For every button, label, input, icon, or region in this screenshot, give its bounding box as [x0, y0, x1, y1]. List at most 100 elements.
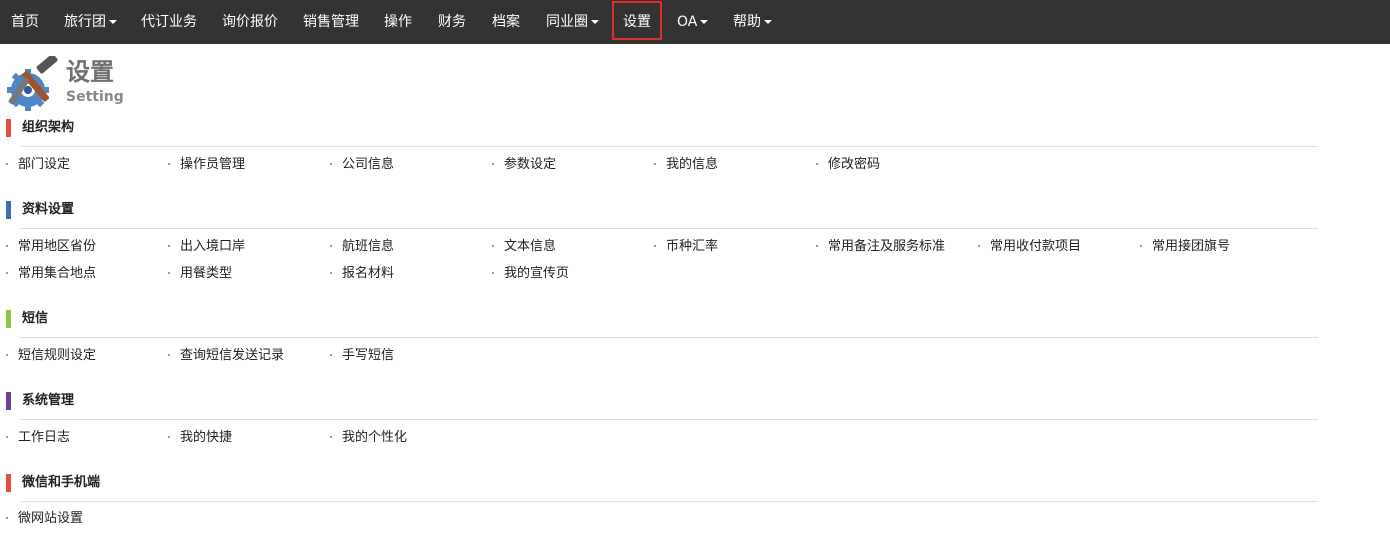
section-header: 微信和手机端 [6, 473, 1318, 493]
link-sms-rules[interactable]: 短信规则设定 [6, 347, 96, 365]
link-label: 文本信息 [504, 239, 557, 254]
bullet-icon [330, 162, 332, 165]
page-title: 设置 [66, 58, 114, 86]
bullet-icon [6, 435, 8, 438]
bullet-icon [1140, 244, 1142, 247]
link-flight-info[interactable]: 航班信息 [330, 238, 394, 256]
bullet-icon [168, 353, 170, 356]
nav-help[interactable]: 帮助 [733, 0, 772, 44]
nav-tour-group[interactable]: 旅行团 [64, 0, 117, 44]
page-subtitle: Setting [66, 89, 124, 105]
section-divider [20, 228, 1318, 229]
nav-help-label: 帮助 [733, 14, 761, 30]
bullet-icon [168, 162, 170, 165]
link-promo-page[interactable]: 我的宣传页 [492, 265, 569, 283]
nav-peer-circle[interactable]: 同业圈 [546, 0, 599, 44]
nav-finance-label: 财务 [438, 14, 466, 30]
link-label: 常用备注及服务标准 [828, 239, 946, 254]
settings-tools-icon [7, 56, 58, 111]
nav-booking-label: 代订业务 [141, 14, 197, 30]
bullet-icon [6, 244, 8, 247]
section-organization: 组织架构 部门设定 操作员管理 公司信息 参数设定 我的信息 修改密码 [6, 118, 1318, 172]
link-label: 我的个性化 [342, 430, 408, 445]
bullet-icon [168, 271, 170, 274]
link-label: 短信规则设定 [18, 348, 97, 363]
link-group-flag[interactable]: 常用接团旗号 [1140, 238, 1230, 256]
link-text-info[interactable]: 文本信息 [492, 238, 556, 256]
section-divider [20, 337, 1318, 338]
bullet-icon [6, 162, 8, 165]
link-label: 部门设定 [18, 157, 71, 172]
link-work-log[interactable]: 工作日志 [6, 429, 70, 447]
nav-booking[interactable]: 代订业务 [141, 0, 197, 44]
bullet-icon [330, 353, 332, 356]
bullet-icon [6, 516, 8, 519]
link-label: 出入境口岸 [180, 239, 246, 254]
nav-home-label: 首页 [11, 14, 39, 30]
link-meal-type[interactable]: 用餐类型 [168, 265, 232, 283]
link-change-password[interactable]: 修改密码 [816, 156, 880, 174]
nav-oa-label: OA [677, 14, 698, 30]
section-color-bar [6, 310, 11, 328]
link-sms-records[interactable]: 查询短信发送记录 [168, 347, 284, 365]
link-region-province[interactable]: 常用地区省份 [6, 238, 96, 256]
nav-peer-circle-label: 同业圈 [546, 14, 588, 30]
nav-finance[interactable]: 财务 [438, 0, 466, 44]
nav-sales-label: 销售管理 [303, 14, 359, 30]
nav-tour-group-label: 旅行团 [64, 14, 106, 30]
link-micro-site[interactable]: 微网站设置 [6, 510, 83, 528]
link-my-info[interactable]: 我的信息 [654, 156, 718, 174]
nav-archive[interactable]: 档案 [492, 0, 520, 44]
link-remarks-standards[interactable]: 常用备注及服务标准 [816, 238, 945, 256]
link-personalization[interactable]: 我的个性化 [330, 429, 407, 447]
link-label: 报名材料 [342, 266, 395, 281]
link-registration-materials[interactable]: 报名材料 [330, 265, 394, 283]
bullet-icon [330, 435, 332, 438]
link-label: 常用集合地点 [18, 266, 97, 281]
bullet-icon [6, 353, 8, 356]
section-color-bar [6, 474, 11, 492]
section-divider [20, 501, 1318, 502]
nav-oa[interactable]: OA [677, 0, 709, 44]
section-title: 短信 [22, 311, 49, 326]
link-parameter-settings[interactable]: 参数设定 [492, 156, 556, 174]
nav-quote-label: 询价报价 [222, 14, 278, 30]
section-divider [20, 146, 1318, 147]
bullet-icon [330, 271, 332, 274]
section-sms: 短信 短信规则设定 查询短信发送记录 手写短信 [6, 309, 1318, 363]
caret-down-icon [764, 20, 772, 24]
nav-settings[interactable]: 设置 [623, 0, 651, 44]
link-department[interactable]: 部门设定 [6, 156, 70, 174]
section-color-bar [6, 119, 11, 137]
caret-down-icon [700, 20, 709, 24]
link-exchange-rate[interactable]: 币种汇率 [654, 238, 718, 256]
link-my-shortcuts[interactable]: 我的快捷 [168, 429, 232, 447]
link-label: 币种汇率 [666, 239, 719, 254]
nav-home[interactable]: 首页 [11, 0, 39, 44]
nav-sales[interactable]: 销售管理 [303, 0, 359, 44]
section-divider [20, 419, 1318, 420]
link-label: 公司信息 [342, 157, 395, 172]
caret-down-icon [591, 20, 599, 24]
link-company-info[interactable]: 公司信息 [330, 156, 394, 174]
bullet-icon [654, 162, 656, 165]
link-payment-items[interactable]: 常用收付款项目 [978, 238, 1081, 256]
nav-operation[interactable]: 操作 [384, 0, 412, 44]
bullet-icon [6, 271, 8, 274]
nav-settings-label: 设置 [623, 14, 651, 30]
bullet-icon [168, 244, 170, 247]
link-label: 常用收付款项目 [990, 239, 1082, 254]
link-operator-management[interactable]: 操作员管理 [168, 156, 245, 174]
link-write-sms[interactable]: 手写短信 [330, 347, 394, 365]
section-title: 系统管理 [22, 393, 75, 408]
link-label: 我的宣传页 [504, 266, 570, 281]
nav-quote[interactable]: 询价报价 [222, 0, 278, 44]
section-data-settings: 资料设置 常用地区省份 出入境口岸 航班信息 文本信息 币种汇率 常用备注及服务… [6, 200, 1318, 281]
link-border-port[interactable]: 出入境口岸 [168, 238, 245, 256]
link-meeting-point[interactable]: 常用集合地点 [6, 265, 96, 283]
bullet-icon [816, 244, 818, 247]
section-header: 资料设置 [6, 200, 1318, 220]
link-label: 操作员管理 [180, 157, 246, 172]
section-header: 系统管理 [6, 391, 1318, 411]
section-wechat-mobile: 微信和手机端 微网站设置 [6, 473, 1318, 526]
